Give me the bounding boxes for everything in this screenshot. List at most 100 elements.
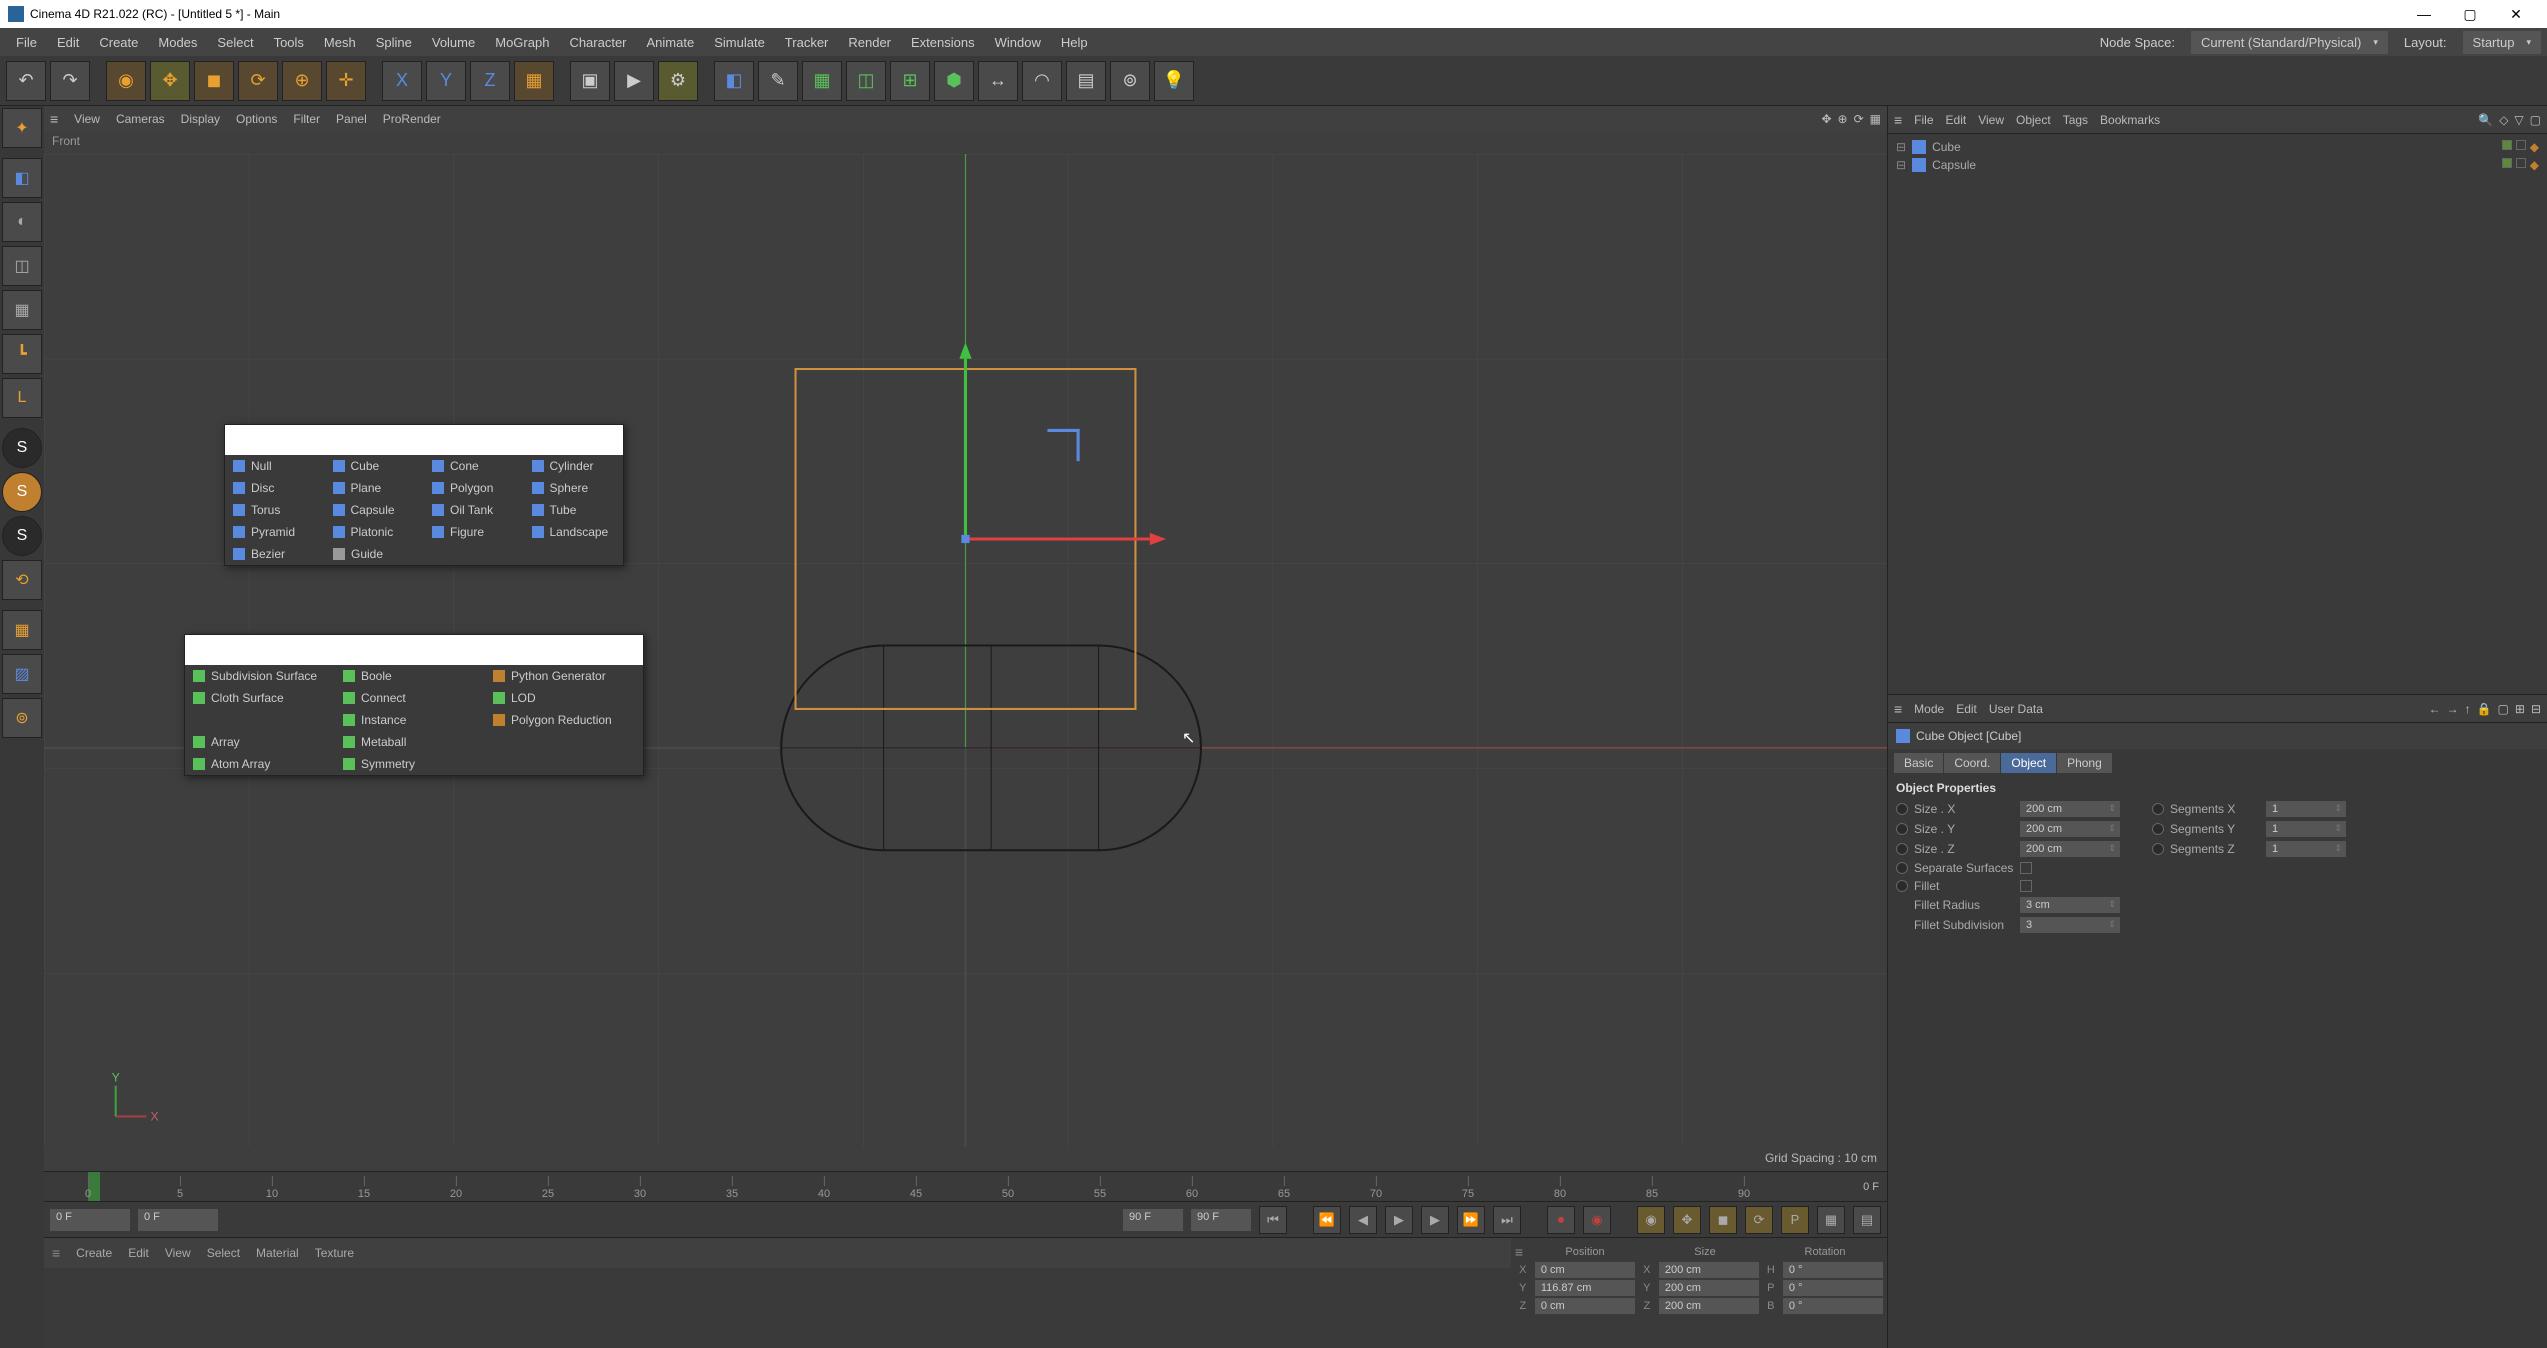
popup-item[interactable]: Plane bbox=[325, 477, 425, 499]
popup-item[interactable]: Instance bbox=[335, 709, 485, 731]
coord-system-button[interactable]: ▦ bbox=[514, 61, 554, 101]
popup-item[interactable]: Metaball bbox=[335, 731, 485, 753]
prop-input[interactable]: 200 cm bbox=[2020, 801, 2120, 817]
point-mode-button[interactable]: L bbox=[2, 378, 42, 418]
pos-input[interactable]: 0 cm bbox=[1535, 1298, 1635, 1314]
live-select-button[interactable]: ◉ bbox=[106, 61, 146, 101]
back-icon[interactable]: ← bbox=[2429, 702, 2441, 716]
popup-item[interactable]: Boole bbox=[335, 665, 485, 687]
popup-item[interactable]: Cube bbox=[325, 455, 425, 477]
objmenu-file[interactable]: File bbox=[1914, 113, 1933, 127]
popup-item[interactable]: Guide bbox=[325, 543, 425, 565]
render-view-button[interactable]: ▣ bbox=[570, 61, 610, 101]
vp-zoom-icon[interactable]: ⊕ bbox=[1838, 112, 1848, 126]
menu-mograph[interactable]: MoGraph bbox=[485, 31, 559, 54]
y-axis-lock[interactable]: Y bbox=[426, 61, 466, 101]
play-button[interactable]: ▶ bbox=[1385, 1206, 1413, 1234]
popup-item[interactable]: Sphere bbox=[524, 477, 624, 499]
status-view[interactable]: View bbox=[165, 1246, 191, 1260]
hamburger-icon[interactable]: ≡ bbox=[1894, 112, 1902, 128]
camera-button[interactable]: ▤ bbox=[1066, 61, 1106, 101]
vp-pan-icon[interactable]: ✥ bbox=[1821, 112, 1831, 126]
objmenu-edit[interactable]: Edit bbox=[1946, 113, 1967, 127]
prev-key-button[interactable]: ⏪ bbox=[1313, 1206, 1341, 1234]
popup-item[interactable]: Symmetry bbox=[335, 753, 485, 775]
prop-radio[interactable] bbox=[1896, 862, 1908, 874]
soft-select-button[interactable]: ⊚ bbox=[2, 698, 42, 738]
nodespace-dropdown[interactable]: Current (Standard/Physical) bbox=[2191, 31, 2388, 54]
go-end-button[interactable]: ⏭ bbox=[1493, 1206, 1521, 1234]
prop-input[interactable]: 1 bbox=[2266, 841, 2346, 857]
size-input[interactable]: 200 cm bbox=[1659, 1280, 1759, 1296]
key-param-button[interactable]: P bbox=[1781, 1206, 1809, 1234]
size-input[interactable]: 200 cm bbox=[1659, 1262, 1759, 1278]
snap-button[interactable]: ▦ bbox=[2, 610, 42, 650]
pos-input[interactable]: 0 cm bbox=[1535, 1262, 1635, 1278]
popup-item[interactable] bbox=[185, 709, 335, 731]
up-icon[interactable]: ↑ bbox=[2465, 702, 2471, 716]
vp-hamburger-icon[interactable]: ≡ bbox=[50, 111, 58, 127]
next-key-button[interactable]: ⏩ bbox=[1457, 1206, 1485, 1234]
prop-radio[interactable] bbox=[1896, 880, 1908, 892]
prop-input[interactable]: 200 cm bbox=[2020, 841, 2120, 857]
popup-item[interactable]: Atom Array bbox=[185, 753, 335, 775]
popup-search[interactable] bbox=[185, 635, 643, 665]
volume-button[interactable]: ⬢ bbox=[934, 61, 974, 101]
render-pv-button[interactable]: ▶ bbox=[614, 61, 654, 101]
popup-item[interactable]: Polygon Reduction bbox=[485, 709, 635, 731]
fillet-checkbox[interactable] bbox=[2020, 880, 2032, 892]
menu-mesh[interactable]: Mesh bbox=[314, 31, 366, 54]
close-icon[interactable]: ⊟ bbox=[2531, 702, 2541, 716]
menu-spline[interactable]: Spline bbox=[366, 31, 422, 54]
popup-item[interactable]: Pyramid bbox=[225, 521, 325, 543]
hamburger-icon[interactable]: ≡ bbox=[1894, 701, 1902, 717]
menu-character[interactable]: Character bbox=[559, 31, 636, 54]
key-pla-button[interactable]: ▦ bbox=[1817, 1206, 1845, 1234]
vp-toggle-icon[interactable]: ▦ bbox=[1870, 112, 1881, 126]
prop-input[interactable]: 1 bbox=[2266, 821, 2346, 837]
workplane-button[interactable]: ▨ bbox=[2, 654, 42, 694]
menu-create[interactable]: Create bbox=[89, 31, 148, 54]
make-editable-button[interactable]: ✦ bbox=[2, 108, 42, 148]
cloner-button[interactable]: ⊞ bbox=[890, 61, 930, 101]
popup-item[interactable]: Cylinder bbox=[524, 455, 624, 477]
menu-animate[interactable]: Animate bbox=[637, 31, 705, 54]
redo-button[interactable]: ↷ bbox=[50, 61, 90, 101]
bulb-button[interactable]: 💡 bbox=[1154, 61, 1194, 101]
record-button[interactable]: ⏺ bbox=[1547, 1206, 1575, 1234]
menu-tracker[interactable]: Tracker bbox=[775, 31, 839, 54]
rot-input[interactable]: 0 ° bbox=[1783, 1280, 1883, 1296]
prop-input[interactable]: 200 cm bbox=[2020, 821, 2120, 837]
menu-window[interactable]: Window bbox=[985, 31, 1051, 54]
pen-tool-button[interactable]: ✎ bbox=[758, 61, 798, 101]
layout-dropdown[interactable]: Startup bbox=[2463, 31, 2541, 54]
menu-volume[interactable]: Volume bbox=[422, 31, 485, 54]
frame-end-b[interactable]: 90 F bbox=[1191, 1209, 1251, 1231]
attrmenu-user data[interactable]: User Data bbox=[1989, 702, 2043, 716]
texture-mode-button[interactable]: ◐ bbox=[2, 202, 42, 242]
popup-item[interactable]: Null bbox=[225, 455, 325, 477]
menu-extensions[interactable]: Extensions bbox=[901, 31, 985, 54]
popup-item[interactable]: Torus bbox=[225, 499, 325, 521]
popup-item[interactable]: Capsule bbox=[325, 499, 425, 521]
objmenu-bookmarks[interactable]: Bookmarks bbox=[2100, 113, 2160, 127]
key-rot-button[interactable]: ⟳ bbox=[1745, 1206, 1773, 1234]
tree-item[interactable]: ⊟Cube◆ bbox=[1892, 138, 2543, 156]
frame-end-a[interactable]: 90 F bbox=[1123, 1209, 1183, 1231]
filter-icon[interactable]: ◇ bbox=[2499, 113, 2508, 127]
menu-file[interactable]: File bbox=[6, 31, 47, 54]
prev-frame-button[interactable]: ◀ bbox=[1349, 1206, 1377, 1234]
prop-radio[interactable] bbox=[2152, 803, 2164, 815]
recent-tool-button[interactable]: ⊕ bbox=[282, 61, 322, 101]
vp-rotate-icon[interactable]: ⟳ bbox=[1854, 112, 1864, 126]
menu-help[interactable]: Help bbox=[1051, 31, 1098, 54]
frame-start-a[interactable]: 0 F bbox=[50, 1209, 130, 1231]
cube-primitive-button[interactable]: ◧ bbox=[714, 61, 754, 101]
rot-input[interactable]: 0 ° bbox=[1783, 1262, 1883, 1278]
key-anim-button[interactable]: ▤ bbox=[1853, 1206, 1881, 1234]
axis-mode-button[interactable]: ┗ bbox=[2, 334, 42, 374]
popup-item[interactable]: Disc bbox=[225, 477, 325, 499]
close-button[interactable]: ✕ bbox=[2493, 6, 2539, 23]
tab-phong[interactable]: Phong bbox=[2057, 753, 2112, 773]
hamburger-icon[interactable]: ≡ bbox=[52, 1245, 60, 1261]
